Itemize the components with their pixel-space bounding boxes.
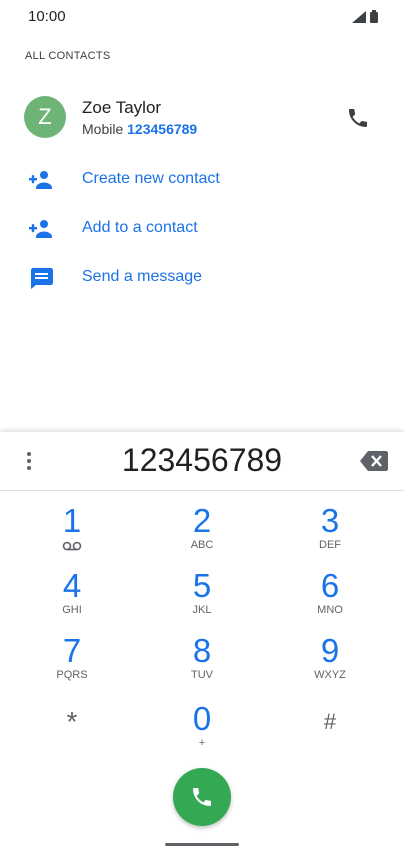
key-letters: TUV	[191, 669, 213, 681]
key-letters: PQRS	[56, 669, 88, 681]
key-digit: 6	[320, 567, 340, 604]
phone-icon[interactable]	[346, 106, 370, 130]
dialpad-key-1[interactable]: 1	[17, 504, 127, 564]
contact-detail: Mobile 123456789	[82, 121, 197, 137]
section-header-all-contacts: ALL CONTACTS	[25, 50, 111, 62]
contact-name: Zoe Taylor	[82, 98, 162, 117]
signal-icon	[352, 10, 366, 23]
create-new-contact-action[interactable]: Create new contact	[0, 160, 404, 200]
key-digit: 1	[62, 502, 82, 539]
key-letters: +	[198, 737, 206, 749]
dialpad-key-5[interactable]: 5 JKL	[147, 569, 257, 629]
status-time: 10:00	[28, 8, 66, 25]
key-digit: 9	[320, 632, 340, 669]
digits-bar: 123456789	[0, 432, 404, 491]
create-new-contact-label: Create new contact	[82, 170, 220, 187]
add-person-icon	[29, 171, 52, 189]
entered-digits[interactable]: 123456789	[0, 442, 404, 479]
key-digit: 8	[192, 632, 212, 669]
dialpad-key-7[interactable]: 7 PQRS	[17, 634, 127, 694]
voicemail-icon	[62, 541, 82, 551]
navigation-handle[interactable]	[165, 843, 239, 846]
dialpad-key-2[interactable]: 2 ABC	[147, 504, 257, 564]
key-digit: 5	[192, 567, 212, 604]
key-digit: 3	[320, 502, 340, 539]
backspace-icon[interactable]	[360, 451, 388, 471]
key-digit: 2	[192, 502, 212, 539]
avatar: Z	[24, 96, 66, 138]
add-to-contact-action[interactable]: Add to a contact	[0, 209, 404, 249]
key-digit: 4	[62, 567, 82, 604]
key-symbol: *	[66, 706, 78, 737]
key-digit: 0	[192, 700, 212, 737]
dialpad-key-8[interactable]: 8 TUV	[147, 634, 257, 694]
status-icons	[352, 10, 378, 23]
key-letters: JKL	[192, 604, 212, 616]
dialpad-key-hash[interactable]: #	[275, 702, 385, 762]
dialpad-key-star[interactable]: *	[17, 702, 127, 762]
add-person-icon	[29, 220, 52, 238]
send-message-action[interactable]: Send a message	[0, 258, 404, 298]
contact-number: 123456789	[127, 121, 198, 137]
add-to-contact-label: Add to a contact	[82, 219, 198, 236]
message-icon	[31, 268, 53, 289]
contact-number-type: Mobile	[82, 121, 124, 137]
dialpad-key-4[interactable]: 4 GHI	[17, 569, 127, 629]
contact-row[interactable]: Z Zoe Taylor Mobile 123456789	[0, 92, 404, 144]
call-button[interactable]	[173, 768, 231, 826]
key-letters: WXYZ	[314, 669, 346, 681]
key-digit: 7	[62, 632, 82, 669]
send-message-label: Send a message	[82, 268, 203, 285]
battery-icon	[370, 10, 378, 23]
dialpad-key-9[interactable]: 9 WXYZ	[275, 634, 385, 694]
key-letters: DEF	[319, 539, 341, 551]
phone-icon	[193, 788, 211, 806]
key-letters: GHI	[62, 604, 82, 616]
dialpad-key-0[interactable]: 0 +	[147, 702, 257, 762]
status-bar: 10:00	[0, 0, 404, 34]
dialpad: 123456789 1 2 ABC 3 DEF 4 GHI 5 JKL 6 MN…	[0, 432, 404, 852]
dialpad-key-3[interactable]: 3 DEF	[275, 504, 385, 564]
key-letters: MNO	[317, 604, 343, 616]
dialpad-key-6[interactable]: 6 MNO	[275, 569, 385, 629]
key-symbol: #	[323, 709, 337, 734]
key-letters: ABC	[190, 539, 214, 551]
